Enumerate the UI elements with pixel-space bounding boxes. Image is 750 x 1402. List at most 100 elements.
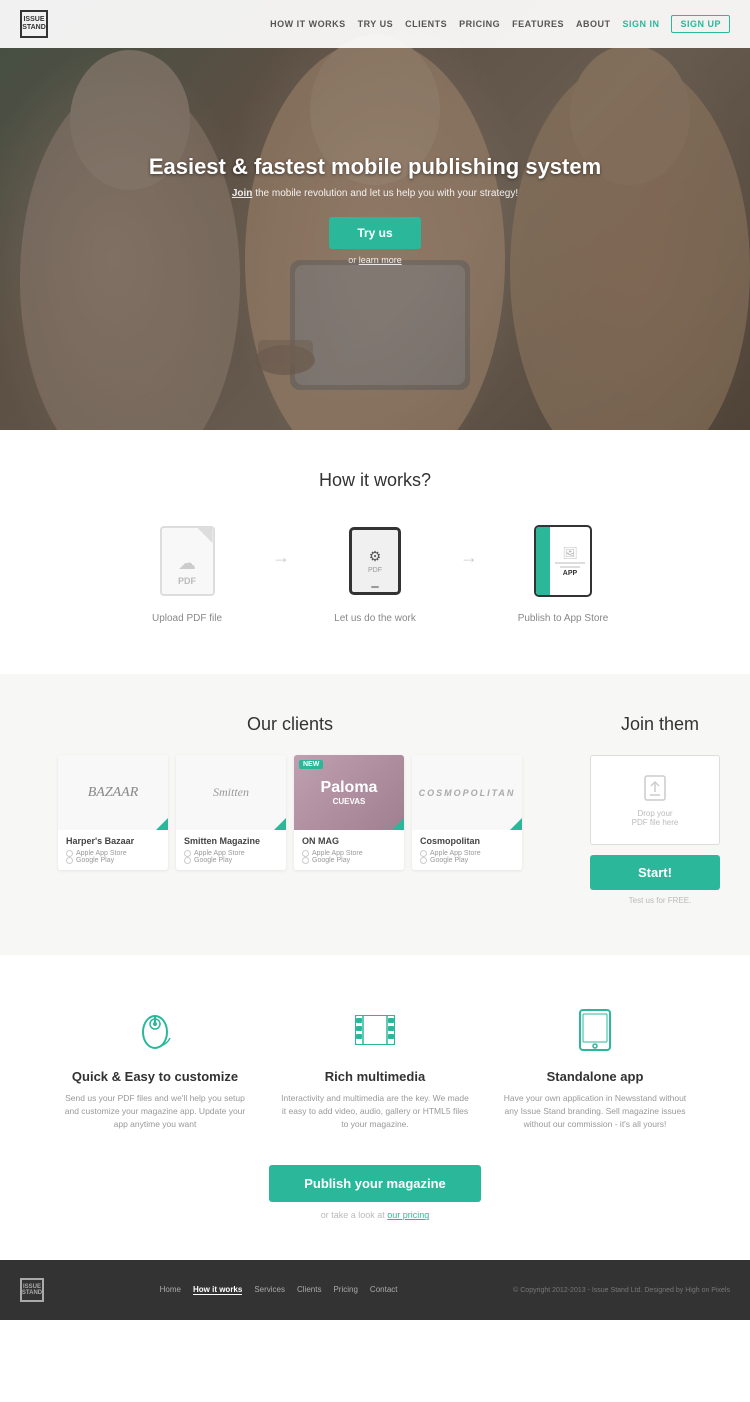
tablet-icon bbox=[570, 1005, 620, 1055]
clients-title: Our clients bbox=[20, 714, 560, 735]
nav-sign-up[interactable]: SIGN UP bbox=[671, 15, 730, 33]
smitten-logo: Smitten bbox=[213, 785, 249, 800]
learn-more-link[interactable]: learn more bbox=[359, 255, 402, 265]
arrow-1: → bbox=[267, 547, 295, 568]
hero-heading: Easiest & fastest mobile publishing syst… bbox=[75, 154, 675, 180]
store-label2: Google Play bbox=[312, 857, 350, 864]
or-pricing-text: or take a look at our pricing bbox=[20, 1210, 730, 1220]
nav-pricing[interactable]: PRICING bbox=[459, 19, 500, 29]
logo-box: ISSUE STAND bbox=[20, 10, 48, 38]
footer-nav-how-it-works[interactable]: How it works bbox=[193, 1285, 242, 1295]
teal-corner bbox=[392, 818, 404, 830]
store-apple: Apple App Store bbox=[184, 850, 278, 857]
step-2-icon: ⚙ PDF bbox=[340, 521, 410, 601]
store-label: Apple App Store bbox=[194, 850, 245, 857]
teal-corner bbox=[510, 818, 522, 830]
pdf-file-icon: ☁ PDF bbox=[160, 526, 215, 596]
feature-title-2: Rich multimedia bbox=[325, 1069, 425, 1084]
client-name: Smitten Magazine bbox=[184, 836, 278, 846]
pdf-drop-zone[interactable]: Drop yourPDF file here bbox=[590, 755, 720, 845]
client-card-smitten: Smitten Smitten Magazine Apple App Store… bbox=[176, 755, 286, 870]
tablet-device-icon: ⚙ PDF bbox=[349, 527, 401, 595]
hero-join: Join bbox=[232, 188, 253, 199]
test-free-label: Test us for FREE. bbox=[629, 896, 692, 905]
nav-try-us[interactable]: TRY US bbox=[358, 19, 394, 29]
store-label: Apple App Store bbox=[430, 850, 481, 857]
footer-nav-services[interactable]: Services bbox=[254, 1285, 285, 1295]
nav-about[interactable]: ABOUT bbox=[576, 19, 611, 29]
onmag-logo: Paloma CUEVAS bbox=[321, 779, 378, 806]
store-apple: Apple App Store bbox=[420, 850, 514, 857]
publish-button[interactable]: Publish your magazine bbox=[269, 1165, 481, 1202]
feature-desc-3: Have your own application in Newsstand w… bbox=[500, 1092, 690, 1130]
card-info-bazaar: Harper's Bazaar Apple App Store Google P… bbox=[58, 830, 168, 870]
mouse-icon bbox=[130, 1005, 180, 1055]
footer-nav-home[interactable]: Home bbox=[160, 1285, 181, 1295]
client-card-onmag: NEW Paloma CUEVAS ON MAG Apple App Store bbox=[294, 755, 404, 870]
try-us-button[interactable]: Try us bbox=[329, 217, 420, 249]
step-1: ☁ PDF Upload PDF file bbox=[107, 521, 267, 624]
or-label: or take a look at bbox=[321, 1210, 385, 1220]
feature-desc-2: Interactivity and multimedia are the key… bbox=[280, 1092, 470, 1130]
nav-features[interactable]: FEATURES bbox=[512, 19, 564, 29]
feature-quick-easy: Quick & Easy to customize Send us your P… bbox=[60, 1005, 250, 1130]
footer-nav-clients[interactable]: Clients bbox=[297, 1285, 321, 1295]
feature-title-3: Standalone app bbox=[547, 1069, 644, 1084]
site-header: ISSUE STAND HOW IT WORKS TRY US CLIENTS … bbox=[0, 0, 750, 48]
store-apple: Apple App Store bbox=[302, 850, 396, 857]
step-1-label: Upload PDF file bbox=[152, 613, 222, 624]
hero-learn-more: or learn more bbox=[75, 255, 675, 265]
hero-subtext: Join the mobile revolution and let us he… bbox=[75, 188, 675, 199]
footer-logo-line2: STAND bbox=[22, 1290, 42, 1297]
client-name: Harper's Bazaar bbox=[66, 836, 160, 846]
client-img-cosmo: COSMOPOLITAN bbox=[412, 755, 522, 830]
store-dot bbox=[420, 850, 427, 857]
card-info-smitten: Smitten Magazine Apple App Store Google … bbox=[176, 830, 286, 870]
footer-copyright: © Copyright 2012-2013 - Issue Stand Ltd.… bbox=[513, 1287, 730, 1294]
client-img-onmag: NEW Paloma CUEVAS bbox=[294, 755, 404, 830]
tablet-pdf-label: PDF bbox=[368, 567, 382, 574]
store-google: Google Play bbox=[66, 857, 160, 864]
client-img-bazaar: BAZAAR bbox=[58, 755, 168, 830]
how-it-works-title: How it works? bbox=[20, 470, 730, 491]
feature-desc-1: Send us your PDF files and we'll help yo… bbox=[60, 1092, 250, 1130]
separator-line bbox=[555, 562, 585, 564]
store-google: Google Play bbox=[184, 857, 278, 864]
nav-how-it-works[interactable]: HOW IT WORKS bbox=[270, 19, 346, 29]
app-store-icon: 🖼 APP bbox=[534, 525, 592, 597]
steps-container: ☁ PDF Upload PDF file → ⚙ PDF Let us do … bbox=[20, 521, 730, 624]
features-grid: Quick & Easy to customize Send us your P… bbox=[20, 1005, 730, 1130]
clients-main: Our clients BAZAAR Harper's Bazaar Apple… bbox=[20, 714, 560, 905]
step-2-label: Let us do the work bbox=[334, 613, 416, 624]
upload-icon bbox=[640, 773, 670, 803]
nav-clients[interactable]: CLIENTS bbox=[405, 19, 447, 29]
feature-multimedia: Rich multimedia Interactivity and multim… bbox=[280, 1005, 470, 1130]
mouse-svg bbox=[135, 1010, 175, 1050]
step-3: 🖼 APP Publish to App Store bbox=[483, 521, 643, 624]
footer-nav: Home How it works Services Clients Prici… bbox=[160, 1285, 398, 1295]
logo: ISSUE STAND bbox=[20, 10, 48, 38]
client-card-bazaar: BAZAAR Harper's Bazaar Apple App Store G… bbox=[58, 755, 168, 870]
start-button[interactable]: Start! bbox=[590, 855, 720, 890]
join-them-panel: Join them Drop yourPDF file here Start! … bbox=[590, 714, 730, 905]
footer-logo-line1: ISSUE bbox=[23, 1284, 41, 1291]
separator-line2 bbox=[560, 566, 580, 568]
client-cards-list: BAZAAR Harper's Bazaar Apple App Store G… bbox=[20, 755, 560, 870]
app-icon-stripe bbox=[536, 527, 550, 595]
store-google: Google Play bbox=[302, 857, 396, 864]
store-google: Google Play bbox=[420, 857, 514, 864]
store-dot bbox=[66, 850, 73, 857]
store-dot bbox=[184, 850, 191, 857]
client-card-cosmo: COSMOPOLITAN Cosmopolitan Apple App Stor… bbox=[412, 755, 522, 870]
publish-cta: Publish your magazine or take a look at … bbox=[20, 1165, 730, 1220]
store-dot2 bbox=[66, 857, 73, 864]
store-label: Apple App Store bbox=[76, 850, 127, 857]
nav-sign-in[interactable]: SIGN IN bbox=[622, 19, 659, 29]
image-icon: 🖼 bbox=[562, 546, 577, 560]
join-title: Join them bbox=[590, 714, 730, 735]
pricing-link[interactable]: our pricing bbox=[387, 1210, 429, 1220]
footer-nav-contact[interactable]: Contact bbox=[370, 1285, 398, 1295]
store-dot2 bbox=[184, 857, 191, 864]
footer-nav-pricing[interactable]: Pricing bbox=[333, 1285, 357, 1295]
store-dot2 bbox=[420, 857, 427, 864]
